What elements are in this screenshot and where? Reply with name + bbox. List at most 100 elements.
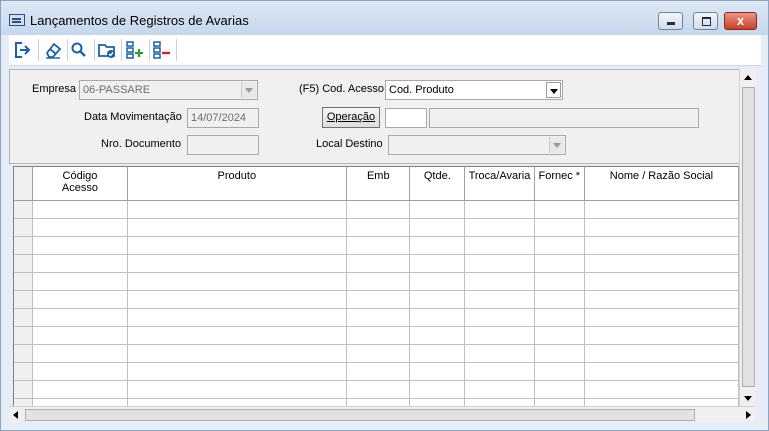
table-cell[interactable] <box>584 290 739 309</box>
table-cell[interactable] <box>584 344 739 363</box>
table-cell[interactable] <box>32 380 128 399</box>
table-cell[interactable] <box>534 200 585 219</box>
column-header-nome-razao-social[interactable]: Nome / Razão Social <box>584 167 739 201</box>
empresa-select[interactable]: 06-PASSARE <box>79 80 258 100</box>
table-cell[interactable] <box>409 308 466 327</box>
table-cell[interactable] <box>409 326 466 345</box>
table-cell[interactable] <box>32 308 128 327</box>
table-cell[interactable] <box>32 326 128 345</box>
table-cell[interactable] <box>584 326 739 345</box>
table-cell[interactable] <box>346 344 411 363</box>
row-indicator[interactable] <box>14 218 34 237</box>
table-row[interactable] <box>14 380 739 399</box>
table-cell[interactable] <box>534 272 585 291</box>
table-cell[interactable] <box>584 308 739 327</box>
table-cell[interactable] <box>346 380 411 399</box>
table-cell[interactable] <box>127 344 348 363</box>
open-folder-button[interactable] <box>95 38 119 62</box>
scroll-down-icon[interactable] <box>744 396 752 401</box>
maximize-button[interactable] <box>693 12 718 30</box>
table-cell[interactable] <box>409 200 466 219</box>
table-cell[interactable] <box>346 236 411 255</box>
row-indicator[interactable] <box>14 200 34 219</box>
table-cell[interactable] <box>464 200 535 219</box>
chevron-down-icon[interactable] <box>241 82 256 98</box>
table-cell[interactable] <box>127 290 348 309</box>
table-cell[interactable] <box>32 290 128 309</box>
table-row[interactable] <box>14 362 739 381</box>
table-cell[interactable] <box>32 272 128 291</box>
table-cell[interactable] <box>534 236 585 255</box>
search-button[interactable] <box>67 38 91 62</box>
remove-row-button[interactable] <box>150 38 174 62</box>
table-cell[interactable] <box>464 308 535 327</box>
row-indicator[interactable] <box>14 380 34 399</box>
table-row[interactable] <box>14 308 739 327</box>
table-cell[interactable] <box>127 200 348 219</box>
table-cell[interactable] <box>464 326 535 345</box>
vertical-scroll-thumb[interactable] <box>742 87 755 387</box>
table-cell[interactable] <box>346 272 411 291</box>
table-row[interactable] <box>14 218 739 237</box>
operacao-code-field[interactable] <box>385 108 427 128</box>
table-cell[interactable] <box>409 290 466 309</box>
column-header-codigo-acesso[interactable]: Código Acesso <box>32 167 128 201</box>
table-row[interactable] <box>14 200 739 219</box>
table-cell[interactable] <box>409 272 466 291</box>
table-cell[interactable] <box>127 272 348 291</box>
row-indicator[interactable] <box>14 344 34 363</box>
table-cell[interactable] <box>584 380 739 399</box>
column-header-qtde[interactable]: Qtde. <box>409 167 466 201</box>
table-cell[interactable] <box>584 218 739 237</box>
table-cell[interactable] <box>346 254 411 273</box>
table-cell[interactable] <box>32 200 128 219</box>
table-cell[interactable] <box>584 272 739 291</box>
table-cell[interactable] <box>584 200 739 219</box>
table-cell[interactable] <box>127 326 348 345</box>
title-bar[interactable]: Lançamentos de Registros de Avarias x <box>1 1 768 35</box>
table-cell[interactable] <box>584 236 739 255</box>
table-cell[interactable] <box>127 254 348 273</box>
chevron-down-icon[interactable] <box>549 137 564 153</box>
table-cell[interactable] <box>127 218 348 237</box>
vertical-scrollbar[interactable] <box>739 69 756 407</box>
row-indicator[interactable] <box>14 326 34 345</box>
cod-acesso-select[interactable]: Cod. Produto <box>385 80 563 100</box>
exit-button[interactable] <box>11 38 35 62</box>
column-header-troca-avaria[interactable]: Troca/Avaria <box>464 167 535 201</box>
data-movimentacao-field[interactable]: 14/07/2024 <box>187 108 259 128</box>
nro-documento-field[interactable] <box>187 135 259 155</box>
table-cell[interactable] <box>464 236 535 255</box>
table-cell[interactable] <box>584 362 739 381</box>
table-cell[interactable] <box>534 326 585 345</box>
column-header-fornec[interactable]: Fornec * <box>534 167 585 201</box>
table-cell[interactable] <box>409 236 466 255</box>
table-cell[interactable] <box>346 308 411 327</box>
table-cell[interactable] <box>464 218 535 237</box>
operacao-button[interactable]: Operação <box>322 107 380 128</box>
table-cell[interactable] <box>584 254 739 273</box>
table-cell[interactable] <box>464 272 535 291</box>
horizontal-scrollbar[interactable] <box>9 406 755 422</box>
table-cell[interactable] <box>32 236 128 255</box>
table-cell[interactable] <box>534 308 585 327</box>
table-cell[interactable] <box>346 362 411 381</box>
table-row[interactable] <box>14 290 739 309</box>
table-cell[interactable] <box>32 344 128 363</box>
table-row[interactable] <box>14 326 739 345</box>
table-cell[interactable] <box>127 380 348 399</box>
table-cell[interactable] <box>32 362 128 381</box>
column-header-emb[interactable]: Emb <box>346 167 411 201</box>
close-button[interactable]: x <box>724 12 757 30</box>
table-cell[interactable] <box>409 362 466 381</box>
table-cell[interactable] <box>409 344 466 363</box>
table-cell[interactable] <box>409 254 466 273</box>
table-cell[interactable] <box>534 362 585 381</box>
row-indicator[interactable] <box>14 236 34 255</box>
items-grid[interactable]: Código Acesso Produto Emb Qtde. Troca/Av… <box>13 166 739 407</box>
add-row-button[interactable] <box>123 38 147 62</box>
minimize-button[interactable] <box>658 12 683 30</box>
table-cell[interactable] <box>127 362 348 381</box>
row-indicator[interactable] <box>14 308 34 327</box>
chevron-down-icon[interactable] <box>546 82 561 98</box>
